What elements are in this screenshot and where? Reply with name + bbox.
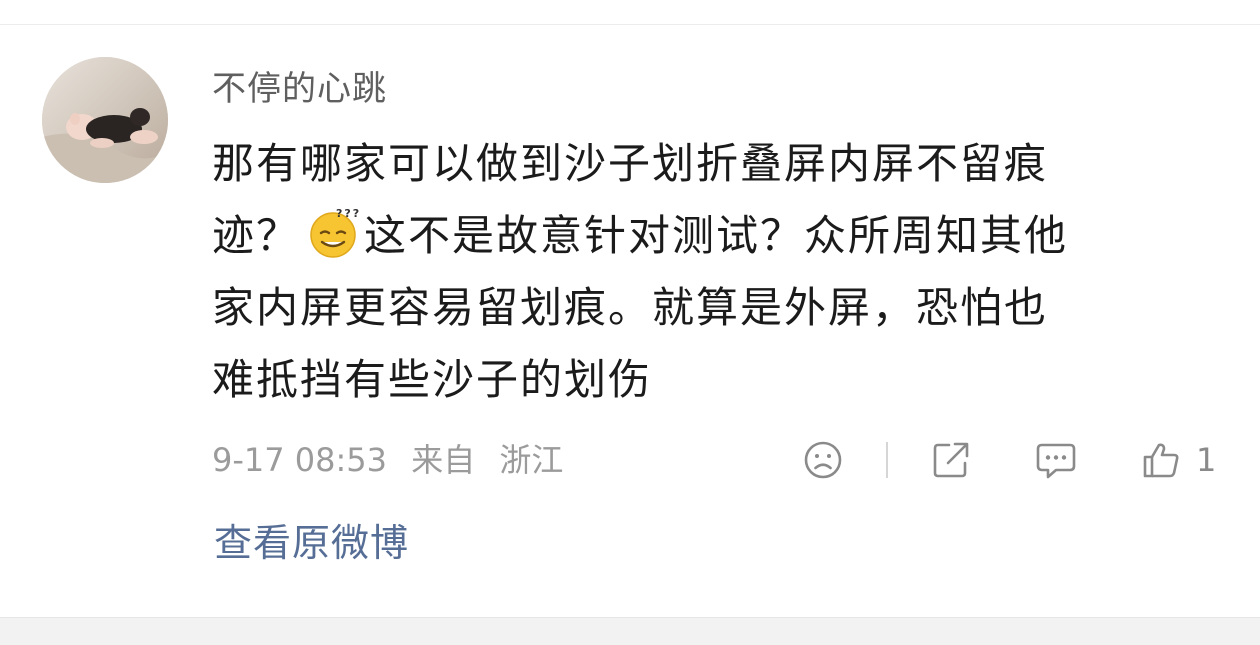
share-icon [933,442,969,478]
comment-line: 难抵挡有些沙子的划伤 [212,355,653,404]
comment-icon [1036,443,1076,479]
top-divider [0,0,1260,25]
share-button[interactable] [930,436,972,484]
avatar-image [42,57,168,183]
sad-face-button[interactable] [802,436,844,484]
comment-line: 迹？ ??? 这不是故意针对测试？众所周知其他 [212,200,1212,272]
comment-meta: 9-17 08:53 来自 浙江 [212,440,577,480]
like-count: 1 [1196,441,1217,479]
sad-face-icon [804,441,842,479]
timestamp: 9-17 08:53 [212,441,388,479]
avatar[interactable] [42,57,168,183]
comment-text-fragment: 这不是故意针对测试？众所周知其他 [364,211,1069,260]
comment-text-fragment: 迹？ [212,211,301,260]
comment-line: 家内屏更容易留划痕。就算是外屏，恐怕也 [212,283,1049,332]
comment-button[interactable] [1034,436,1078,484]
source-prefix: 来自 [411,441,476,479]
action-bar: 1 [800,436,1240,484]
thumbs-up-icon [1143,443,1179,478]
username[interactable]: 不停的心跳 [212,66,387,112]
comment-card: 不停的心跳 那有哪家可以做到沙子划折叠屏内屏不留痕 迹？ ??? 这不是故意针对… [0,0,1260,645]
bottom-separator [0,617,1260,645]
like-button[interactable]: 1 [1140,436,1216,484]
location: 浙江 [499,441,564,479]
view-original-link[interactable]: 查看原微博 [214,520,409,566]
svg-text:???: ??? [336,207,360,220]
comment-line: 那有哪家可以做到沙子划折叠屏内屏不留痕 [212,139,1049,188]
comment-text: 那有哪家可以做到沙子划折叠屏内屏不留痕 迹？ ??? 这不是故意针对测试？众所周… [212,128,1212,416]
thinking-sleepy-emoji-icon: ??? [306,206,360,260]
action-separator [886,442,888,478]
